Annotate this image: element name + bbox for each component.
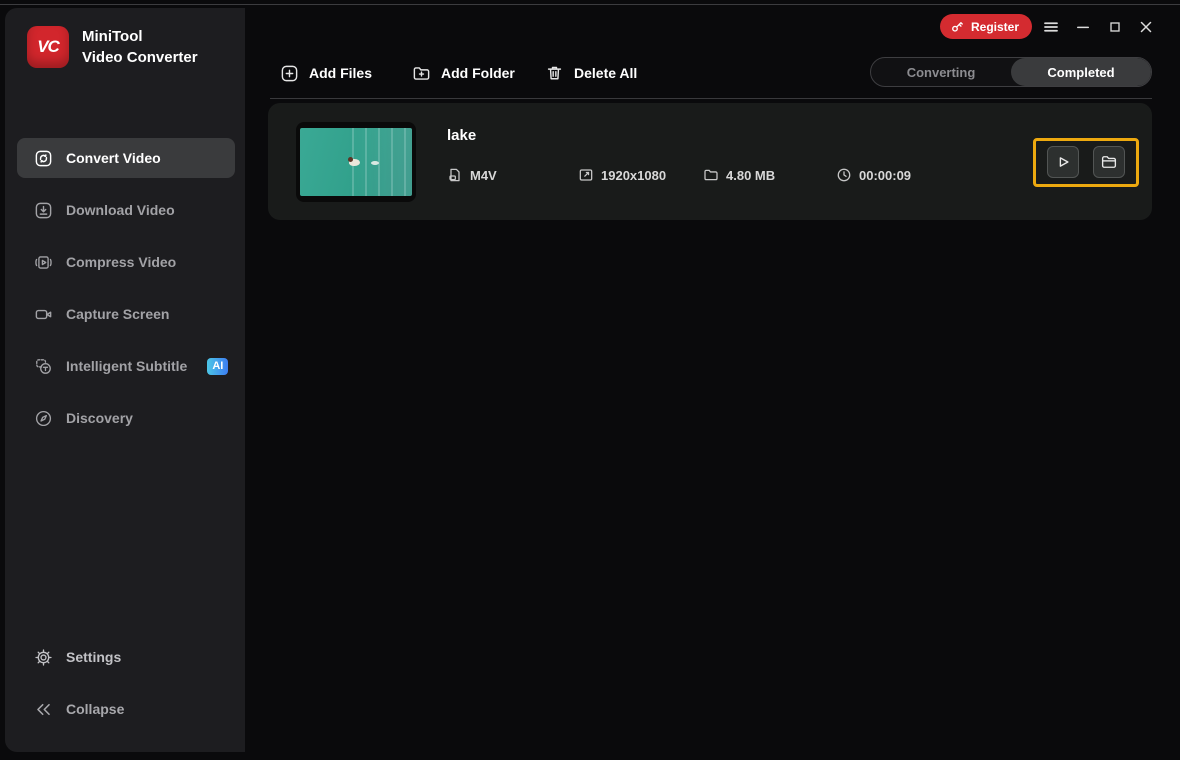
add-folder-label: Add Folder (441, 65, 515, 81)
sidebar-item-download-video[interactable]: Download Video (17, 190, 235, 230)
sidebar-item-convert-video[interactable]: Convert Video (17, 138, 235, 178)
sidebar: VC MiniTool Video Converter Convert Vide… (5, 8, 245, 752)
resolution-icon (578, 167, 594, 183)
settings-icon (34, 648, 53, 667)
sidebar-item-label: Download Video (66, 202, 175, 218)
register-label: Register (971, 19, 1020, 34)
capture-screen-icon (34, 305, 53, 324)
add-files-label: Add Files (309, 65, 373, 81)
intelligent-subtitle-icon (34, 357, 53, 376)
sidebar-item-collapse[interactable]: Collapse (17, 689, 235, 729)
sidebar-item-settings[interactable]: Settings (17, 637, 235, 677)
add-folder-button[interactable]: Add Folder (412, 60, 515, 86)
download-video-icon (34, 201, 53, 220)
app-title-line2: Video Converter (82, 49, 198, 66)
add-files-icon (280, 64, 299, 83)
file-resolution: 1920x1080 (578, 167, 666, 183)
discovery-icon (34, 409, 53, 428)
clock-icon (836, 167, 852, 183)
file-format: M4V (447, 167, 497, 183)
app-title-line1: MiniTool (82, 28, 143, 45)
register-button[interactable]: Register (940, 14, 1033, 39)
app-logo: VC MiniTool Video Converter (27, 26, 198, 68)
file-format-value: M4V (470, 167, 497, 183)
sidebar-item-label: Compress Video (66, 254, 177, 270)
file-resolution-value: 1920x1080 (601, 167, 667, 183)
folder-icon (703, 167, 719, 183)
window-top-border (0, 4, 1180, 5)
file-duration: 00:00:09 (836, 167, 911, 183)
trash-icon (545, 64, 564, 83)
collapse-icon (34, 700, 53, 719)
video-thumbnail (296, 122, 416, 202)
status-tabs: Converting Completed (870, 57, 1152, 87)
tab-converting[interactable]: Converting (871, 58, 1011, 86)
add-files-button[interactable]: Add Files (280, 60, 372, 86)
delete-all-button[interactable]: Delete All (545, 60, 637, 86)
completed-file-row: lake M4V 1920x1080 4.80 MB 00:00:09 (268, 103, 1152, 220)
close-icon[interactable] (1136, 17, 1156, 37)
menu-icon[interactable] (1041, 17, 1061, 37)
delete-all-label: Delete All (574, 65, 638, 81)
bird-on-water (370, 160, 379, 165)
sidebar-item-capture-screen[interactable]: Capture Screen (17, 294, 235, 334)
sidebar-item-discovery[interactable]: Discovery (17, 398, 235, 438)
toolbar-separator (270, 98, 1152, 99)
sidebar-item-intelligent-subtitle[interactable]: Intelligent Subtitle AI (17, 346, 235, 386)
minimize-icon[interactable] (1073, 17, 1093, 37)
sidebar-item-label: Discovery (66, 410, 133, 426)
app-logo-icon: VC (27, 26, 69, 68)
file-title: lake (447, 127, 477, 144)
sidebar-item-compress-video[interactable]: Compress Video (17, 242, 235, 282)
maximize-icon[interactable] (1105, 17, 1125, 37)
lake-thumbnail-image (300, 128, 412, 196)
file-format-icon (447, 167, 463, 183)
add-folder-icon (412, 64, 431, 83)
compress-video-icon (34, 253, 53, 272)
settings-label: Settings (66, 649, 122, 665)
file-size: 4.80 MB (703, 167, 775, 183)
play-button[interactable] (1047, 146, 1079, 178)
convert-video-icon (34, 149, 53, 168)
collapse-label: Collapse (66, 701, 125, 717)
ai-badge: AI (207, 357, 229, 375)
key-icon (950, 19, 965, 34)
file-size-value: 4.80 MB (726, 167, 776, 183)
open-folder-button[interactable] (1093, 146, 1125, 178)
sidebar-item-label: Intelligent Subtitle (66, 358, 188, 374)
sidebar-menu: Convert Video Download Video Compress Vi… (17, 138, 235, 450)
sidebar-item-label: Convert Video (66, 150, 161, 166)
tab-completed[interactable]: Completed (1011, 58, 1151, 86)
file-duration-value: 00:00:09 (859, 167, 912, 183)
sidebar-item-label: Capture Screen (66, 306, 170, 322)
app-title: MiniTool Video Converter (82, 26, 198, 68)
